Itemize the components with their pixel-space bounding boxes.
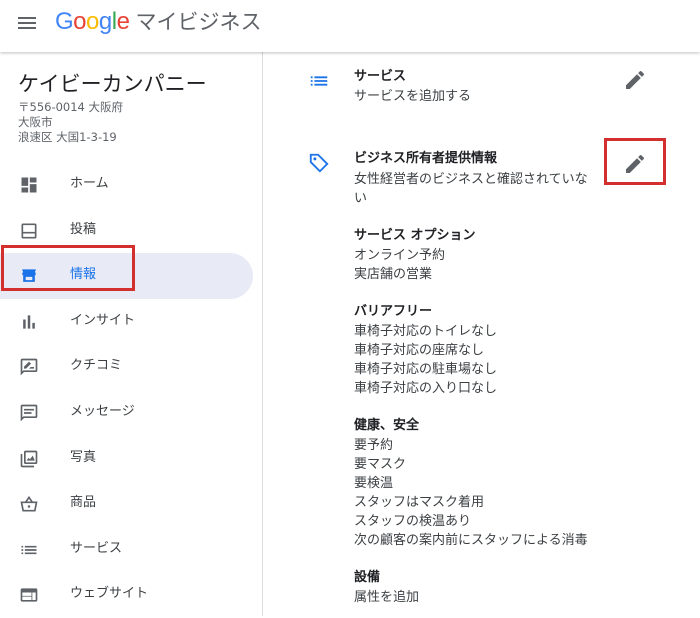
- sidebar-item-label: インサイト: [70, 312, 136, 328]
- business-name: ケイビーカンパニー: [18, 72, 207, 96]
- sidebar-item-label: 投稿: [70, 221, 97, 237]
- attributes-description-cont: い: [354, 191, 368, 206]
- product-name: マイビジネス: [135, 10, 262, 34]
- address-line: 〒556-0014 大阪府: [18, 100, 124, 114]
- basket-icon: [20, 495, 38, 512]
- sidebar-item-label: クチコミ: [70, 358, 123, 374]
- tag-icon: [309, 153, 329, 173]
- highlight-box-edit-button: [604, 138, 666, 185]
- attribute-item: 要検温: [354, 476, 394, 491]
- sidebar-item-3[interactable]: インサイト: [0, 299, 262, 345]
- attribute-item: スタッフはマスク着用: [354, 495, 485, 510]
- bar-chart-icon: [23, 315, 35, 329]
- attribute-item: スタッフの検温あり: [354, 514, 472, 529]
- attribute-item: 要マスク: [354, 457, 407, 472]
- message-icon: [20, 404, 38, 422]
- attribute-group-title: バリアフリー: [354, 304, 433, 319]
- post-icon: [21, 223, 37, 239]
- address-line: 大阪市: [18, 115, 53, 129]
- logo-letter: e: [116, 8, 130, 35]
- google-logo: Google: [55, 8, 130, 35]
- sidebar-item-4[interactable]: クチコミ: [0, 344, 262, 390]
- business-address: 〒556-0014 大阪府 大阪市 浪速区 大国1-3-19: [18, 100, 123, 145]
- attribute-item: 車椅子対応の座席なし: [354, 343, 485, 358]
- list-icon: [310, 76, 328, 86]
- attributes-description: 女性経営者のビジネスと確認されていな: [354, 172, 588, 187]
- sidebar-item-5[interactable]: メッセージ: [0, 390, 262, 436]
- sidebar-item-label: メッセージ: [70, 403, 135, 419]
- top-bar: Google マイビジネス: [0, 0, 700, 52]
- list-icon: [21, 545, 37, 554]
- logo-letter: g: [98, 8, 112, 35]
- attributes-title: ビジネス所有者提供情報: [354, 151, 498, 166]
- web-icon: [20, 588, 38, 603]
- highlight-box-info-nav: [1, 245, 135, 291]
- add-service-link[interactable]: サービスを追加する: [354, 87, 471, 106]
- attribute-item: 実店舗の営業: [354, 267, 433, 282]
- sidebar-item-6[interactable]: 写真: [0, 436, 262, 482]
- service-title: サービス: [354, 69, 407, 84]
- sidebar-item-label: 商品: [70, 495, 97, 511]
- review-icon: [20, 359, 38, 376]
- attribute-item: 次の顧客の案内前にスタッフによる消毒: [354, 533, 588, 548]
- attribute-item: 車椅子対応の駐車場なし: [354, 362, 498, 377]
- attribute-group-title: 設備: [354, 570, 381, 585]
- attribute-group-title: 健康、安全: [354, 418, 420, 433]
- attribute-item[interactable]: 属性を追加: [354, 588, 419, 607]
- sidebar-item-9[interactable]: ウェブサイト: [0, 572, 262, 618]
- sidebar-nav: ホーム 投稿 情報 インサイト クチコミ メッセージ 写真 商品 サービス ウェブサイト: [0, 162, 262, 618]
- sidebar-item-label: 写真: [70, 449, 97, 465]
- logo-letter: G: [55, 8, 74, 35]
- menu-icon[interactable]: [17, 14, 37, 34]
- sidebar: ケイビーカンパニー 〒556-0014 大阪府 大阪市 浪速区 大国1-3-19…: [0, 52, 263, 616]
- attribute-item: オンライン予約: [354, 248, 446, 263]
- sidebar-item-label: ホーム: [70, 176, 109, 191]
- logo-letter: o: [86, 8, 99, 35]
- attribute-item: 車椅子対応のトイレなし: [354, 324, 498, 339]
- logo-letter: o: [73, 8, 87, 35]
- attribute-group-title: サービス オプション: [354, 228, 476, 243]
- sidebar-item-8[interactable]: サービス: [0, 527, 262, 573]
- sidebar-item-7[interactable]: 商品: [0, 481, 262, 527]
- sidebar-item-label: ウェブサイト: [70, 586, 149, 602]
- sidebar-item-label: サービス: [70, 540, 123, 556]
- attribute-item: 要予約: [354, 438, 394, 453]
- google-my-business-logo[interactable]: Google マイビジネス: [55, 8, 261, 36]
- main-content: サービス サービスを追加する ビジネス所有者提供情報 女性経営者のビジネスと確認…: [263, 52, 700, 616]
- edit-service-pencil-icon[interactable]: [623, 68, 647, 92]
- attribute-item: 車椅子対応の入り口なし: [354, 381, 498, 396]
- dashboard-icon: [21, 177, 37, 193]
- photo-icon: [20, 450, 38, 467]
- sidebar-item-0[interactable]: ホーム: [0, 162, 262, 208]
- address-line: 浪速区 大国1-3-19: [18, 130, 117, 144]
